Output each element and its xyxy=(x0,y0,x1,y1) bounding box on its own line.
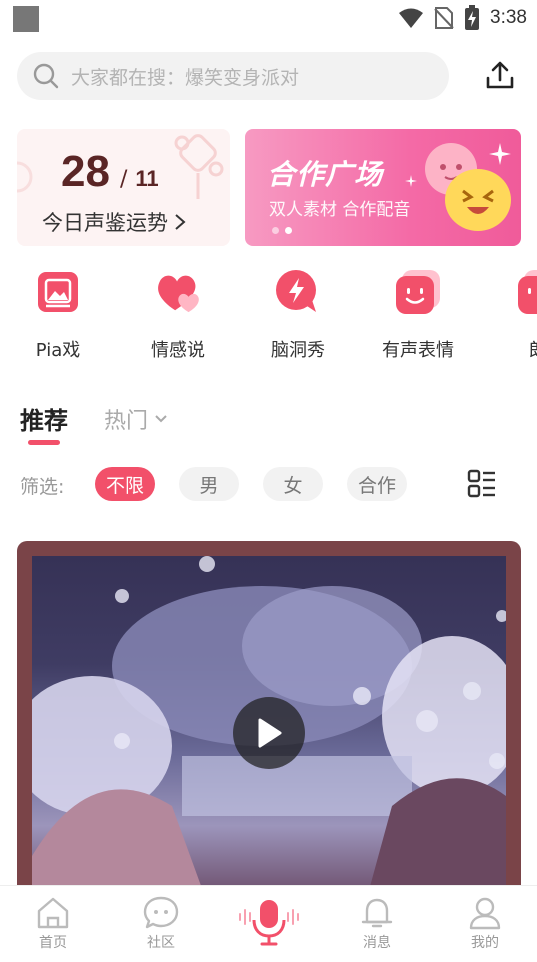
chevron-right-icon xyxy=(175,214,186,230)
filter-chip-cooperation[interactable]: 合作 xyxy=(347,467,407,501)
tab-recommend[interactable]: 推荐 xyxy=(20,401,68,436)
search-icon xyxy=(33,63,59,89)
category-label: 脑洞秀 xyxy=(271,340,325,361)
nav-messages[interactable]: 消息 xyxy=(337,896,417,952)
microphone-icon xyxy=(239,900,299,946)
filter-chip-female[interactable]: 女 xyxy=(263,467,323,501)
play-button[interactable] xyxy=(233,697,305,769)
banner-pagination xyxy=(272,227,292,234)
play-icon xyxy=(258,718,282,748)
filter-chip-male[interactable]: 男 xyxy=(179,467,239,501)
fortune-day: 28 xyxy=(61,147,110,196)
nav-mine-label: 我的 xyxy=(471,935,499,951)
fortune-separator: / xyxy=(119,167,128,192)
pagination-dot-active xyxy=(285,227,292,234)
nav-community-label: 社区 xyxy=(147,935,175,951)
nav-messages-label: 消息 xyxy=(363,935,391,951)
list-view-toggle[interactable] xyxy=(466,468,498,500)
reading-icon xyxy=(514,268,537,316)
cooperation-subtitle: 双人素材 合作配音 xyxy=(269,200,411,220)
home-icon xyxy=(37,897,69,929)
filter-label: 筛选: xyxy=(20,476,65,498)
bell-icon xyxy=(361,898,393,928)
status-bar: 3:38 xyxy=(0,0,537,36)
nav-mine[interactable]: 我的 xyxy=(445,896,525,952)
laughing-face-icon xyxy=(445,169,511,231)
nav-home-label: 首页 xyxy=(39,935,67,951)
sparkle-icon xyxy=(489,143,511,165)
nav-community[interactable]: 社区 xyxy=(121,896,201,952)
fortune-link[interactable]: 今日声鉴运势 xyxy=(42,207,186,237)
hearts-icon xyxy=(154,268,202,316)
category-brainstorm[interactable]: 脑洞秀 xyxy=(238,268,358,362)
status-time: 3:38 xyxy=(490,7,527,28)
category-label: 有声表情 xyxy=(382,340,454,361)
chinese-knot-icon xyxy=(174,134,224,199)
category-pia[interactable]: Pia戏 xyxy=(0,268,118,362)
category-voice-emoji[interactable]: 有声表情 xyxy=(358,268,478,362)
daily-fortune-card[interactable]: 28 / 11 今日声鉴运势 xyxy=(17,129,230,246)
category-label: 朗 xyxy=(529,336,537,362)
notification-icon xyxy=(13,6,39,32)
upload-icon xyxy=(486,61,514,89)
category-reading[interactable]: 朗 xyxy=(478,268,537,362)
lightning-bubble-icon xyxy=(274,268,322,316)
wifi-icon xyxy=(399,8,424,28)
tab-hot[interactable]: 热门 xyxy=(104,403,168,435)
chat-bubble-icon xyxy=(143,896,179,929)
list-grid-icon xyxy=(467,469,495,498)
filter-chip-all[interactable]: 不限 xyxy=(95,467,155,501)
tab-active-indicator xyxy=(28,440,60,445)
search-input[interactable]: 大家都在搜：爆笑变身派对 xyxy=(17,52,449,100)
no-sim-icon xyxy=(434,7,454,29)
tab-hot-label: 热门 xyxy=(104,409,149,434)
sparkle-small-icon xyxy=(405,175,417,187)
cooperation-banner[interactable]: 合作广场 双人素材 合作配音 xyxy=(245,129,521,246)
user-icon xyxy=(469,897,501,930)
battery-charging-icon xyxy=(465,5,480,30)
smile-face-icon xyxy=(394,268,442,316)
cooperation-title: 合作广场 xyxy=(267,158,384,191)
nav-home[interactable]: 首页 xyxy=(13,896,93,952)
category-label: 情感说 xyxy=(151,340,205,361)
fortune-month: 11 xyxy=(135,166,159,191)
record-button[interactable] xyxy=(236,896,302,948)
search-placeholder: 大家都在搜：爆笑变身派对 xyxy=(71,66,300,89)
image-frame-icon xyxy=(34,268,82,316)
category-label: Pia戏 xyxy=(35,340,81,361)
bottom-nav: 首页 社区 消息 我的 xyxy=(0,885,537,962)
upload-button[interactable] xyxy=(482,56,518,94)
fortune-date: 28 / 11 xyxy=(61,147,159,197)
category-emotion[interactable]: 情感说 xyxy=(118,268,238,362)
chevron-down-icon xyxy=(155,415,167,423)
pagination-dot xyxy=(272,227,279,234)
circle-deco-icon xyxy=(17,161,33,193)
fortune-label: 今日声鉴运势 xyxy=(42,211,168,235)
